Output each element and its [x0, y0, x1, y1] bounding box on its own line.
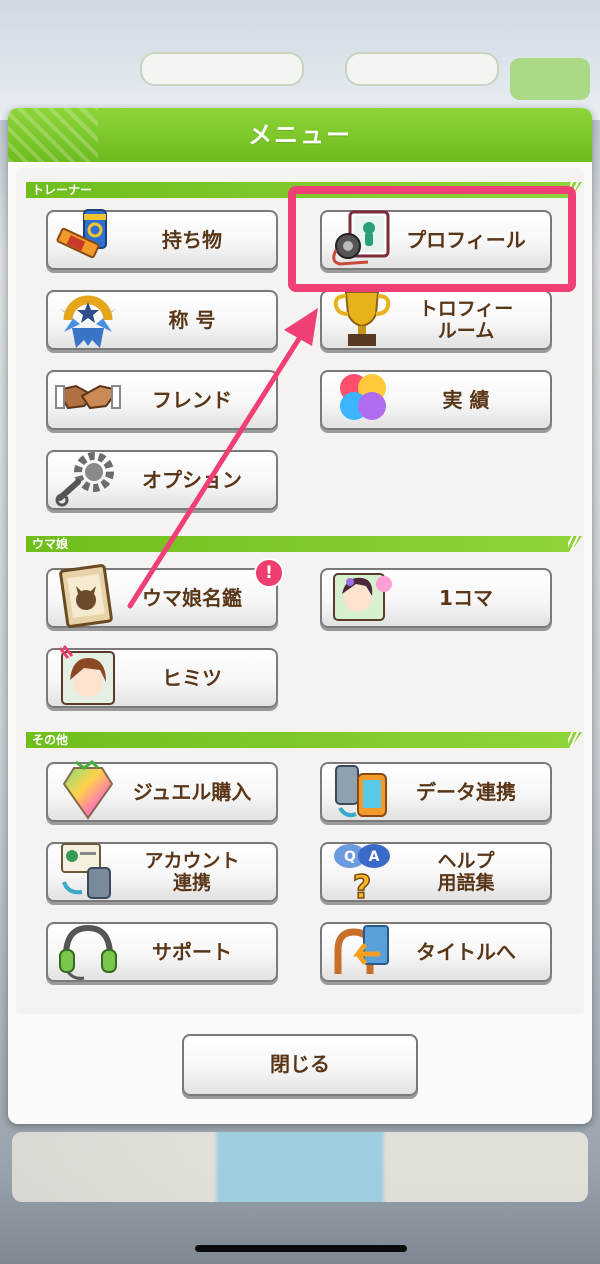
section-header-other: その他: [26, 732, 582, 748]
button-label: ヘルプ 用語集: [392, 844, 540, 900]
menu-panel: トレーナー 持ち物 プロフィール 称 号 トロフィー ルーム フレンド 実 績 …: [16, 168, 584, 1014]
option-button[interactable]: オプション: [46, 450, 278, 510]
background-resource-pill: [140, 52, 304, 86]
encyclopedia-icon: [59, 564, 113, 628]
section-label: ウマ娘: [32, 537, 69, 551]
home-indicator: [195, 1245, 407, 1252]
dialog-header: メニュー: [8, 108, 592, 162]
button-label: フレンド: [152, 388, 232, 412]
trophy-room-button[interactable]: トロフィー ルーム: [320, 290, 552, 350]
button-label-line: ヘルプ: [437, 850, 495, 872]
section-label: トレーナー: [32, 183, 93, 197]
jewel-purchase-button[interactable]: ジュエル購入: [46, 760, 278, 822]
data-link-icon: [335, 765, 387, 818]
headset-icon: [59, 924, 117, 980]
svg-text:?: ?: [353, 868, 372, 904]
one-frame-button[interactable]: 1コマ: [320, 568, 552, 628]
button-label: 1コマ: [439, 586, 493, 610]
button-label: 実 績: [442, 388, 490, 412]
friend-button[interactable]: フレンド: [46, 370, 278, 430]
return-to-title-button[interactable]: タイトルへ: [320, 922, 552, 982]
support-button[interactable]: サポート: [46, 922, 278, 982]
account-link-icon: [61, 843, 111, 899]
section-header-uma: ウマ娘: [26, 536, 582, 552]
button-label-line: アカウント: [144, 850, 240, 872]
achievements-button[interactable]: 実 績: [320, 370, 552, 430]
background-resource-pill: [345, 52, 499, 86]
uma-encyclopedia-button[interactable]: ウマ娘名鑑 !: [46, 558, 284, 628]
button-label: トロフィー ルーム: [392, 292, 540, 348]
help-icon: Q A ?: [334, 844, 390, 904]
account-link-button[interactable]: アカウント 連携: [46, 842, 278, 902]
trophy-icon: [333, 291, 391, 346]
secret-icon: [58, 645, 115, 705]
belongings-button[interactable]: 持ち物: [46, 209, 278, 270]
gear-icon: [55, 452, 114, 507]
button-label-line: ルーム: [437, 320, 495, 342]
title-button[interactable]: 称 号: [46, 290, 278, 350]
button-label: オプション: [142, 468, 242, 492]
button-label: 閉じる: [270, 1052, 330, 1076]
return-title-icon: [334, 925, 389, 974]
button-label: ウマ娘名鑑: [142, 586, 242, 610]
one-frame-icon: [333, 573, 392, 621]
notification-badge: !: [254, 558, 284, 588]
highlight-box: [288, 186, 576, 292]
background-button: [510, 58, 590, 100]
button-label-line: 用語集: [437, 872, 495, 894]
dialog-title: メニュー: [248, 121, 352, 149]
section-stripe: [568, 536, 582, 552]
button-label: 称 号: [168, 308, 216, 332]
handshake-icon: [55, 384, 121, 410]
svg-text:A: A: [369, 849, 380, 865]
button-label: ヒミツ: [162, 666, 222, 690]
close-button[interactable]: 閉じる: [182, 1034, 418, 1096]
data-link-button[interactable]: データ連携: [320, 762, 552, 822]
button-label-line: トロフィー: [418, 298, 514, 320]
button-label: 持ち物: [162, 228, 222, 252]
button-label: データ連携: [416, 780, 516, 804]
button-label: タイトルへ: [416, 940, 516, 964]
svg-text:Q: Q: [344, 849, 356, 865]
background-bottom-nav: [12, 1132, 588, 1202]
title-medal-icon: [60, 295, 116, 348]
button-label: アカウント 連携: [118, 844, 266, 900]
item-bag-icon: [56, 209, 107, 259]
section-stripe: [568, 732, 582, 748]
button-label: サポート: [152, 940, 232, 964]
section-label: その他: [32, 733, 69, 747]
secret-button[interactable]: ヒミツ: [46, 645, 278, 708]
button-label-line: 連携: [172, 872, 211, 894]
jewel-icon: [62, 760, 114, 820]
achievement-icon: [340, 374, 386, 420]
help-button[interactable]: Q A ? ヘルプ 用語集: [320, 842, 552, 904]
button-label: ジュエル購入: [132, 780, 252, 804]
